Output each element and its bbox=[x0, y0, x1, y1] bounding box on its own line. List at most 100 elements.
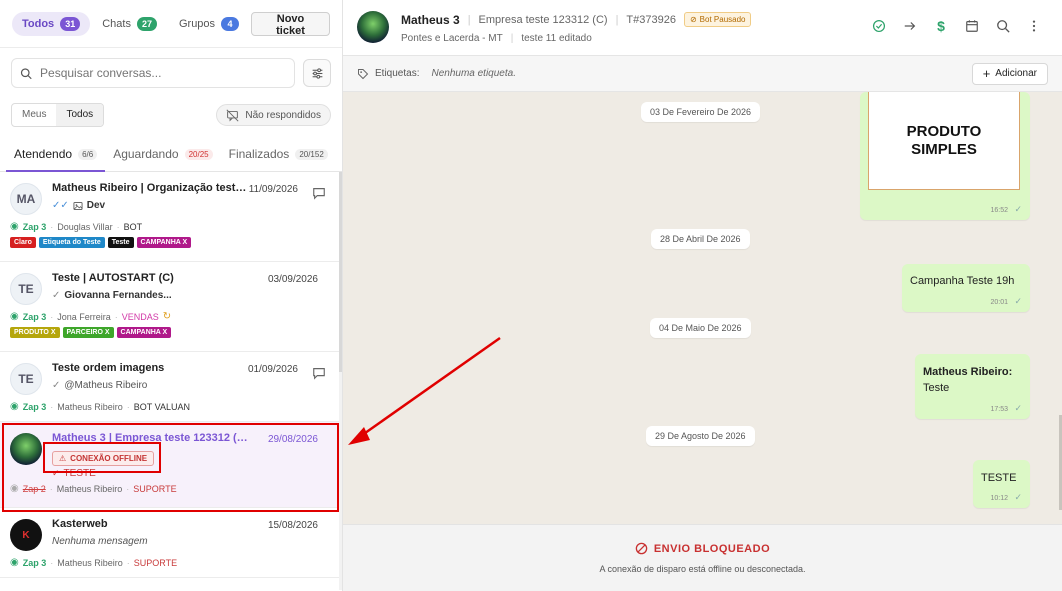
last-message-text: Dev bbox=[86, 200, 106, 211]
message-bubble[interactable]: Matheus Ribeiro: Teste 17:53 ✓ bbox=[915, 354, 1030, 419]
add-tag-button[interactable]: + Adicionar bbox=[971, 62, 1048, 85]
contact-name[interactable]: Matheus 3 bbox=[401, 13, 460, 27]
tag[interactable]: Claro bbox=[10, 237, 36, 248]
avatar: K bbox=[10, 519, 42, 551]
search-box bbox=[11, 58, 295, 88]
chat-header-sub: Pontes e Lacerda - MT | teste 11 editado bbox=[401, 33, 592, 44]
message-time: 17:53 bbox=[990, 406, 1008, 413]
kasterweb-logo-icon: K bbox=[22, 529, 30, 541]
search-input[interactable] bbox=[40, 66, 286, 80]
company-name: Empresa teste 123312 (C) bbox=[478, 13, 608, 26]
last-message-text: @Matheus Ribeiro bbox=[64, 380, 148, 391]
contact-location: Pontes e Lacerda - MT bbox=[401, 33, 503, 44]
message-time: 16:52 bbox=[990, 207, 1008, 214]
dollar-icon[interactable]: $ bbox=[933, 18, 949, 34]
tag[interactable]: CAMPANHA X bbox=[116, 327, 172, 338]
search-icon[interactable] bbox=[995, 18, 1011, 34]
tab-grupos[interactable]: Grupos 4 bbox=[169, 12, 249, 36]
tags-empty: Nenhuma etiqueta. bbox=[431, 68, 516, 79]
connection-name: Zap 3 bbox=[22, 311, 47, 322]
product-image[interactable]: PRODUTO SIMPLES bbox=[868, 92, 1020, 190]
check-icon: ✓ bbox=[52, 380, 61, 391]
chat-header: Matheus 3 | Empresa teste 123312 (C) | T… bbox=[343, 0, 1062, 56]
list-scrollbar-thumb[interactable] bbox=[339, 172, 342, 372]
plus-icon: + bbox=[982, 66, 991, 81]
chat-off-icon bbox=[226, 108, 239, 122]
more-vertical-icon[interactable] bbox=[1026, 18, 1042, 34]
status-tabs: Atendendo 6/6 Aguardando 20/25 Finalizad… bbox=[0, 136, 342, 172]
ticket-item[interactable]: TE Teste | AUTOSTART (C) ✓ Giovanna Fern… bbox=[0, 262, 340, 352]
tab-aguardando[interactable]: Aguardando 20/25 bbox=[105, 147, 220, 171]
queue-name: BOT VALUAN bbox=[133, 401, 190, 412]
new-ticket-button[interactable]: Novo ticket bbox=[251, 11, 330, 37]
bot-paused-badge[interactable]: ⊘ Bot Pausado bbox=[683, 12, 752, 27]
image-icon bbox=[73, 201, 83, 210]
avatar bbox=[10, 433, 42, 465]
tag-icon bbox=[358, 68, 369, 79]
tag[interactable]: Teste bbox=[107, 237, 134, 248]
tab-atendendo[interactable]: Atendendo 6/6 bbox=[6, 147, 106, 172]
ticket-date: 01/09/2026 bbox=[247, 364, 298, 375]
ticket-item[interactable]: MA Matheus Ribeiro | Organização teste (… bbox=[0, 172, 340, 262]
product-image-text: PRODUTO SIMPLES bbox=[906, 122, 982, 158]
ticket-item[interactable]: K Kasterweb Nenhuma mensagem 15/08/2026 … bbox=[0, 508, 340, 578]
chat-panel: Matheus 3 | Empresa teste 123312 (C) | T… bbox=[343, 0, 1062, 591]
ticket-meta: ◉ Zap 3 · Jona Ferreira · VENDAS ↻ bbox=[10, 311, 172, 322]
ticket-item[interactable]: TE Teste ordem imagens ✓ @Matheus Ribeir… bbox=[0, 352, 340, 422]
ticket-item-selected[interactable]: Matheus 3 | Empresa teste 123312 (C) ⚠ C… bbox=[0, 422, 340, 508]
unanswered-filter-button[interactable]: Não respondidos bbox=[216, 104, 331, 126]
tab-todos[interactable]: Todos 31 bbox=[12, 11, 91, 36]
ticket-meta: ◉ Zap 2 · Matheus Ribeiro · SUPORTE bbox=[10, 483, 177, 494]
connection-offline-badge: ⚠ CONEXÃO OFFLINE bbox=[52, 451, 155, 466]
chat-actions: $ bbox=[871, 18, 1042, 34]
check-icon: ✓ bbox=[1014, 204, 1022, 214]
ticket-title: Teste ordem imagens bbox=[52, 362, 165, 374]
whatsapp-icon: ◉ bbox=[10, 221, 19, 232]
whatsapp-icon: ◉ bbox=[10, 557, 19, 568]
tab-finalizados[interactable]: Finalizados 20/152 bbox=[221, 147, 336, 171]
ticket-meta: ◉ Zap 3 · Douglas Villar · BOT bbox=[10, 221, 143, 232]
tag[interactable]: Etiqueta do Teste bbox=[38, 237, 105, 248]
message-bubble[interactable]: TESTE 10:12 ✓ bbox=[973, 460, 1030, 508]
last-message-text: Giovanna Fernandes... bbox=[64, 290, 172, 301]
search-icon bbox=[20, 67, 32, 79]
tab-label: Chats bbox=[102, 17, 131, 30]
message-area: 03 De Fevereiro De 2026 PRODUTO SIMPLES … bbox=[343, 92, 1062, 524]
tag[interactable]: PARCEIRO X bbox=[62, 327, 114, 338]
chat-bubble-icon[interactable] bbox=[312, 186, 326, 200]
tab-chats[interactable]: Chats 27 bbox=[92, 12, 167, 36]
message-time: 20:01 bbox=[990, 299, 1008, 306]
resolve-check-icon[interactable] bbox=[871, 18, 887, 34]
filter-row: Meus Todos Não respondidos bbox=[0, 98, 342, 132]
queue-name: VENDAS bbox=[121, 311, 159, 322]
calendar-icon[interactable] bbox=[964, 18, 980, 34]
ticket-date: 03/09/2026 bbox=[267, 274, 318, 285]
tag[interactable]: CAMPANHA X bbox=[136, 237, 192, 248]
message-author: Matheus Ribeiro: bbox=[923, 366, 1013, 378]
ticket-last-message: ✓ @Matheus Ribeiro bbox=[52, 380, 330, 391]
status-tab-label: Atendendo bbox=[14, 147, 73, 161]
toggle-meus[interactable]: Meus bbox=[12, 104, 56, 126]
owner-toggle: Meus Todos bbox=[11, 103, 105, 127]
bot-status-label: Bot Pausado bbox=[699, 15, 746, 24]
chat-bubble-icon[interactable] bbox=[312, 366, 326, 380]
message-bubble[interactable]: Campanha Teste 19h 20:01 ✓ bbox=[902, 264, 1030, 312]
status-tab-count: 20/152 bbox=[295, 148, 328, 160]
tab-count: 4 bbox=[221, 16, 240, 31]
tag[interactable]: PRODUTO X bbox=[10, 327, 60, 338]
filter-button[interactable] bbox=[303, 59, 331, 87]
connection-name: Zap 2 bbox=[22, 483, 46, 494]
check-icon: ✓ bbox=[52, 290, 61, 301]
contact-avatar[interactable] bbox=[357, 11, 389, 43]
ticket-title: Matheus Ribeiro | Organização teste (C) bbox=[52, 182, 248, 194]
transfer-arrow-icon[interactable] bbox=[902, 18, 918, 34]
unanswered-label: Não respondidos bbox=[245, 109, 321, 121]
message-time: 10:12 bbox=[990, 495, 1008, 502]
check-icon: ✓ bbox=[1014, 492, 1022, 502]
toggle-todos[interactable]: Todos bbox=[56, 104, 104, 126]
ticket-date: 11/09/2026 bbox=[248, 184, 298, 195]
assigned-user: Matheus Ribeiro bbox=[56, 483, 123, 494]
message-text: Teste bbox=[923, 382, 950, 394]
last-message-text: TESTE bbox=[63, 468, 96, 479]
message-bubble-image[interactable]: PRODUTO SIMPLES 16:52 ✓ bbox=[860, 92, 1030, 220]
